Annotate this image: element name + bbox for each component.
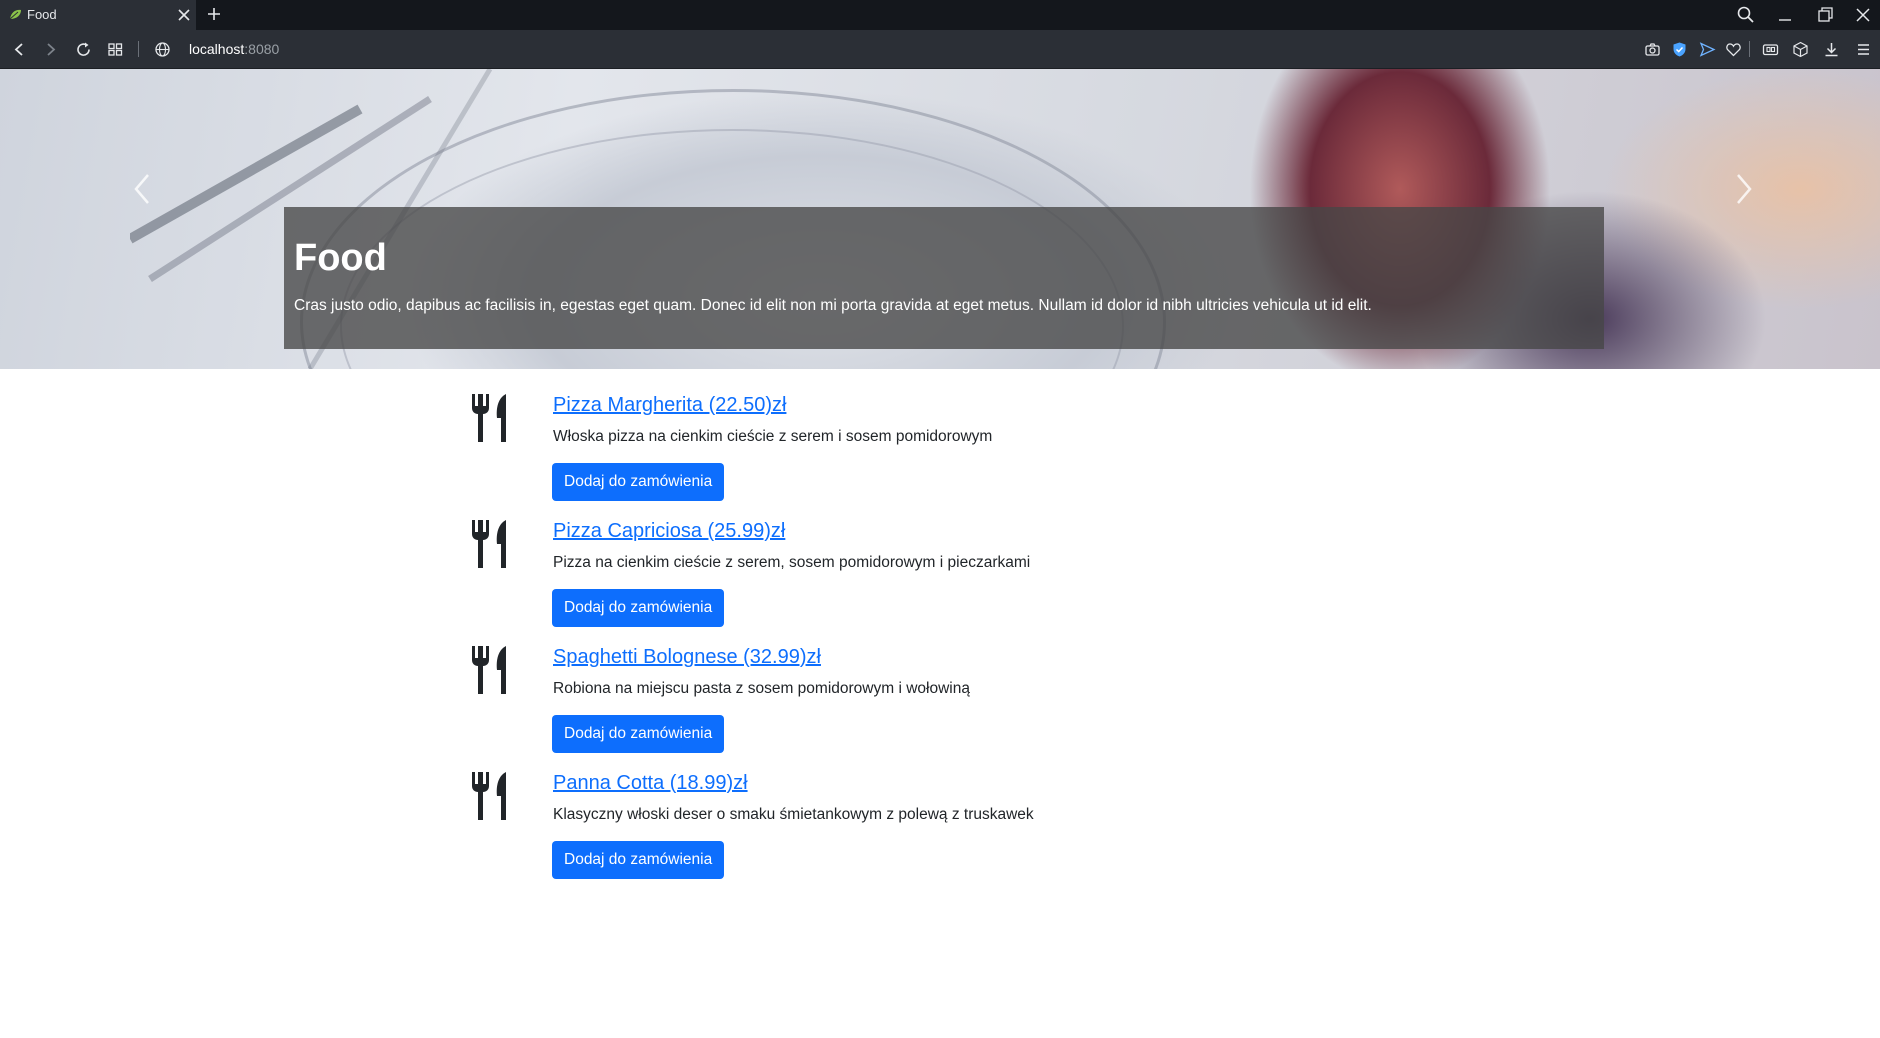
menu-icon[interactable] xyxy=(1855,41,1872,58)
wallet-icon[interactable] xyxy=(1762,41,1779,58)
utensils-icon xyxy=(472,520,506,568)
browser-toolbar: localhost:8080 xyxy=(0,30,1880,69)
menu-item-description: Włoska pizza na cienkim cieście z serem … xyxy=(553,428,993,445)
menu-item-name-link[interactable]: Panna Cotta (18.99)zł xyxy=(553,772,748,795)
restore-icon[interactable] xyxy=(1814,4,1836,26)
forward-icon[interactable] xyxy=(42,41,59,58)
hero-carousel: Food Cras justo odio, dapibus ac facilis… xyxy=(0,69,1880,369)
menu-item-name-link[interactable]: Pizza Margherita (22.50)zł xyxy=(553,394,786,417)
toolbar-separator-2 xyxy=(1749,41,1750,57)
url-host: localhost xyxy=(189,41,245,57)
minimize-icon[interactable] xyxy=(1774,4,1796,26)
menu-item-name-link[interactable]: Spaghetti Bolognese (32.99)zł xyxy=(553,646,821,669)
menu-item-name-link[interactable]: Pizza Capriciosa (25.99)zł xyxy=(553,520,785,543)
cube-icon[interactable] xyxy=(1792,41,1809,58)
browser-tab-bar: Food xyxy=(0,0,1880,30)
menu-item-description: Pizza na cienkim cieście z serem, sosem … xyxy=(553,554,1031,571)
plus-icon[interactable] xyxy=(205,5,223,23)
shield-icon[interactable] xyxy=(1671,41,1688,58)
tab-title: Food xyxy=(27,7,57,22)
download-icon[interactable] xyxy=(1823,41,1840,58)
globe-icon[interactable] xyxy=(154,41,171,58)
utensils-icon xyxy=(472,646,506,694)
hero-text: Cras justo odio, dapibus ac facilisis in… xyxy=(294,297,1372,314)
add-to-order-button[interactable]: Dodaj do zamówienia xyxy=(552,715,725,753)
tiles-icon[interactable] xyxy=(107,41,124,58)
carousel-prev-icon[interactable] xyxy=(130,169,154,209)
menu-item: Panna Cotta (18.99)zł Klasyczny włoski d… xyxy=(470,770,1070,896)
address-bar[interactable]: localhost:8080 xyxy=(189,41,279,57)
search-icon[interactable] xyxy=(1735,4,1757,26)
heart-icon[interactable] xyxy=(1725,41,1742,58)
menu-item-description: Robiona na miejscu pasta z sosem pomidor… xyxy=(553,680,970,697)
camera-icon[interactable] xyxy=(1644,41,1661,58)
browser-tab-active[interactable]: Food xyxy=(0,0,196,30)
url-port: :8080 xyxy=(244,41,280,57)
carousel-caption: Food Cras justo odio, dapibus ac facilis… xyxy=(284,207,1604,349)
carousel-next-icon[interactable] xyxy=(1732,169,1756,209)
close-icon[interactable] xyxy=(176,7,192,23)
add-to-order-button[interactable]: Dodaj do zamówienia xyxy=(552,463,725,501)
reload-icon[interactable] xyxy=(75,41,92,58)
toolbar-separator xyxy=(138,41,139,57)
menu-item: Pizza Capriciosa (25.99)zł Pizza na cien… xyxy=(470,518,1070,644)
add-to-order-button[interactable]: Dodaj do zamówienia xyxy=(552,841,725,879)
add-to-order-button[interactable]: Dodaj do zamówienia xyxy=(552,589,725,627)
favicon-icon xyxy=(9,9,21,20)
close-window-icon[interactable] xyxy=(1852,4,1874,26)
utensils-icon xyxy=(472,394,506,442)
menu-item-description: Klasyczny włoski deser o smaku śmietanko… xyxy=(553,806,1034,823)
utensils-icon xyxy=(472,772,506,820)
send-icon[interactable] xyxy=(1699,41,1716,58)
back-icon[interactable] xyxy=(11,41,28,58)
menu-item: Spaghetti Bolognese (32.99)zł Robiona na… xyxy=(470,644,1070,770)
menu-item: Pizza Margherita (22.50)zł Włoska pizza … xyxy=(470,392,1070,518)
hero-title: Food xyxy=(294,237,387,279)
